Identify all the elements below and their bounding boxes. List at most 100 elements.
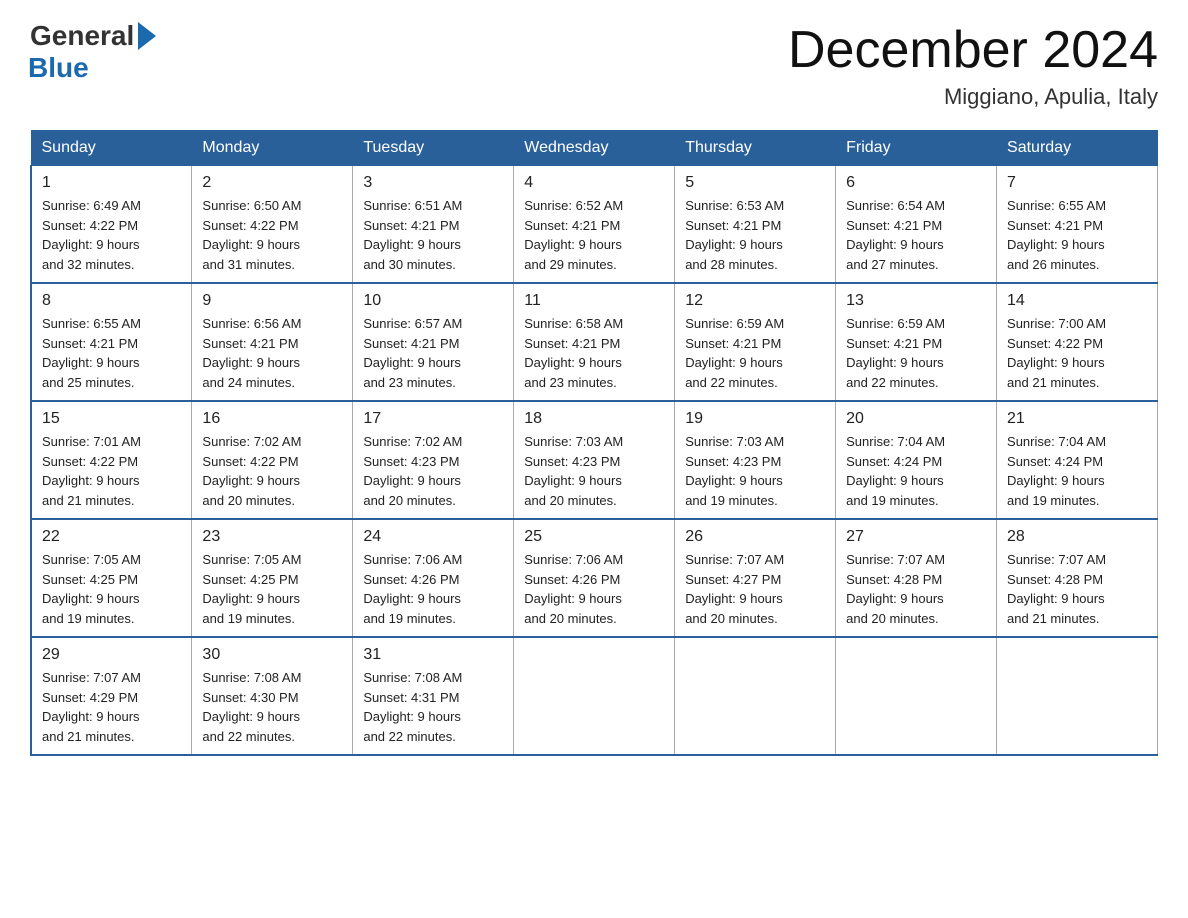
day-number: 12 (685, 292, 825, 310)
calendar-cell: 21Sunrise: 7:04 AMSunset: 4:24 PMDayligh… (997, 401, 1158, 519)
day-number: 10 (363, 292, 503, 310)
day-info: Sunrise: 6:52 AMSunset: 4:21 PMDaylight:… (524, 196, 664, 274)
day-number: 24 (363, 528, 503, 546)
day-number: 8 (42, 292, 181, 310)
calendar-cell: 22 Sunrise: 7:05 AMSunset: 4:25 PMDayligh… (31, 519, 192, 637)
day-number: 19 (685, 410, 825, 428)
day-info: Sunrise: 7:07 AMSunset: 4:27 PMDaylight:… (685, 550, 825, 628)
day-number: 27 (846, 528, 986, 546)
calendar-cell: 27 Sunrise: 7:07 AMSunset: 4:28 PMDayligh… (836, 519, 997, 637)
day-number: 17 (363, 410, 503, 428)
day-number: 9 (202, 292, 342, 310)
header-tuesday: Tuesday (353, 131, 514, 166)
day-info: Sunrise: 7:03 AMSunset: 4:23 PMDaylight:… (685, 432, 825, 510)
calendar-cell: 13 Sunrise: 6:59 AMSunset: 4:21 PMDayligh… (836, 283, 997, 401)
calendar-table: SundayMondayTuesdayWednesdayThursdayFrid… (30, 130, 1158, 756)
calendar-cell (514, 637, 675, 755)
day-info: Sunrise: 7:07 AMSunset: 4:28 PMDaylight:… (846, 550, 986, 628)
day-info: Sunrise: 7:05 AMSunset: 4:25 PMDaylight:… (42, 550, 181, 628)
calendar-cell: 15 Sunrise: 7:01 AMSunset: 4:22 PMDayligh… (31, 401, 192, 519)
day-info: Sunrise: 7:06 AMSunset: 4:26 PMDaylight:… (363, 550, 503, 628)
calendar-week-1: 1Sunrise: 6:49 AMSunset: 4:22 PMDaylight… (31, 166, 1158, 284)
month-title: December 2024 (788, 20, 1158, 80)
header-friday: Friday (836, 131, 997, 166)
calendar-cell: 16 Sunrise: 7:02 AMSunset: 4:22 PMDayligh… (192, 401, 353, 519)
title-section: December 2024 Miggiano, Apulia, Italy (788, 20, 1158, 110)
calendar-cell: 19 Sunrise: 7:03 AMSunset: 4:23 PMDayligh… (675, 401, 836, 519)
day-number: 13 (846, 292, 986, 310)
header-saturday: Saturday (997, 131, 1158, 166)
day-info: Sunrise: 6:53 AMSunset: 4:21 PMDaylight:… (685, 196, 825, 274)
day-info: Sunrise: 7:02 AMSunset: 4:23 PMDaylight:… (363, 432, 503, 510)
logo-blue-text: Blue (28, 52, 89, 84)
header-sunday: Sunday (31, 131, 192, 166)
day-number: 14 (1007, 292, 1147, 310)
day-number: 5 (685, 174, 825, 192)
day-number: 21 (1007, 410, 1147, 428)
calendar-cell: 30 Sunrise: 7:08 AMSunset: 4:30 PMDayligh… (192, 637, 353, 755)
calendar-cell: 1Sunrise: 6:49 AMSunset: 4:22 PMDaylight… (31, 166, 192, 284)
calendar-cell: 26Sunrise: 7:07 AMSunset: 4:27 PMDayligh… (675, 519, 836, 637)
day-info: Sunrise: 6:55 AMSunset: 4:21 PMDaylight:… (42, 314, 181, 392)
calendar-cell: 24 Sunrise: 7:06 AMSunset: 4:26 PMDayligh… (353, 519, 514, 637)
day-info: Sunrise: 7:08 AMSunset: 4:30 PMDaylight:… (202, 668, 342, 746)
calendar-cell: 8 Sunrise: 6:55 AMSunset: 4:21 PMDaylight… (31, 283, 192, 401)
calendar-week-5: 29 Sunrise: 7:07 AMSunset: 4:29 PMDayligh… (31, 637, 1158, 755)
day-number: 20 (846, 410, 986, 428)
calendar-cell: 20 Sunrise: 7:04 AMSunset: 4:24 PMDayligh… (836, 401, 997, 519)
calendar-cell: 5 Sunrise: 6:53 AMSunset: 4:21 PMDaylight… (675, 166, 836, 284)
day-info: Sunrise: 6:59 AMSunset: 4:21 PMDaylight:… (685, 314, 825, 392)
calendar-cell: 14 Sunrise: 7:00 AMSunset: 4:22 PMDayligh… (997, 283, 1158, 401)
day-info: Sunrise: 6:55 AMSunset: 4:21 PMDaylight:… (1007, 196, 1147, 274)
calendar-week-2: 8 Sunrise: 6:55 AMSunset: 4:21 PMDaylight… (31, 283, 1158, 401)
day-info: Sunrise: 6:54 AMSunset: 4:21 PMDaylight:… (846, 196, 986, 274)
calendar-cell: 12 Sunrise: 6:59 AMSunset: 4:21 PMDayligh… (675, 283, 836, 401)
calendar-cell: 18 Sunrise: 7:03 AMSunset: 4:23 PMDayligh… (514, 401, 675, 519)
day-info: Sunrise: 7:04 AMSunset: 4:24 PMDaylight:… (846, 432, 986, 510)
day-number: 2 (202, 174, 342, 192)
day-number: 18 (524, 410, 664, 428)
day-number: 23 (202, 528, 342, 546)
calendar-cell: 3Sunrise: 6:51 AMSunset: 4:21 PMDaylight… (353, 166, 514, 284)
calendar-cell: 17 Sunrise: 7:02 AMSunset: 4:23 PMDayligh… (353, 401, 514, 519)
day-info: Sunrise: 7:07 AMSunset: 4:29 PMDaylight:… (42, 668, 181, 746)
day-info: Sunrise: 7:08 AMSunset: 4:31 PMDaylight:… (363, 668, 503, 746)
day-info: Sunrise: 7:00 AMSunset: 4:22 PMDaylight:… (1007, 314, 1147, 392)
day-number: 31 (363, 646, 503, 664)
day-number: 1 (42, 174, 181, 192)
calendar-cell: 10 Sunrise: 6:57 AMSunset: 4:21 PMDayligh… (353, 283, 514, 401)
day-info: Sunrise: 7:03 AMSunset: 4:23 PMDaylight:… (524, 432, 664, 510)
location: Miggiano, Apulia, Italy (788, 84, 1158, 110)
day-info: Sunrise: 6:57 AMSunset: 4:21 PMDaylight:… (363, 314, 503, 392)
page-header: General Blue December 2024 Miggiano, Apu… (30, 20, 1158, 110)
day-number: 16 (202, 410, 342, 428)
day-number: 22 (42, 528, 181, 546)
calendar-header: SundayMondayTuesdayWednesdayThursdayFrid… (31, 131, 1158, 166)
calendar-cell (836, 637, 997, 755)
day-info: Sunrise: 6:58 AMSunset: 4:21 PMDaylight:… (524, 314, 664, 392)
day-number: 15 (42, 410, 181, 428)
calendar-cell (997, 637, 1158, 755)
calendar-cell: 25Sunrise: 7:06 AMSunset: 4:26 PMDayligh… (514, 519, 675, 637)
calendar-cell: 9Sunrise: 6:56 AMSunset: 4:21 PMDaylight… (192, 283, 353, 401)
calendar-cell (675, 637, 836, 755)
day-number: 4 (524, 174, 664, 192)
day-number: 7 (1007, 174, 1147, 192)
day-info: Sunrise: 7:02 AMSunset: 4:22 PMDaylight:… (202, 432, 342, 510)
day-number: 29 (42, 646, 181, 664)
logo: General Blue (30, 20, 156, 84)
day-info: Sunrise: 6:51 AMSunset: 4:21 PMDaylight:… (363, 196, 503, 274)
calendar-cell: 28Sunrise: 7:07 AMSunset: 4:28 PMDayligh… (997, 519, 1158, 637)
day-info: Sunrise: 7:06 AMSunset: 4:26 PMDaylight:… (524, 550, 664, 628)
calendar-cell: 11 Sunrise: 6:58 AMSunset: 4:21 PMDayligh… (514, 283, 675, 401)
calendar-week-3: 15 Sunrise: 7:01 AMSunset: 4:22 PMDayligh… (31, 401, 1158, 519)
calendar-cell: 23Sunrise: 7:05 AMSunset: 4:25 PMDayligh… (192, 519, 353, 637)
day-number: 11 (524, 292, 664, 310)
day-number: 30 (202, 646, 342, 664)
logo-arrow-icon (138, 22, 156, 50)
calendar-cell: 29 Sunrise: 7:07 AMSunset: 4:29 PMDayligh… (31, 637, 192, 755)
day-info: Sunrise: 6:59 AMSunset: 4:21 PMDaylight:… (846, 314, 986, 392)
day-info: Sunrise: 6:50 AMSunset: 4:22 PMDaylight:… (202, 196, 342, 274)
header-wednesday: Wednesday (514, 131, 675, 166)
day-info: Sunrise: 7:01 AMSunset: 4:22 PMDaylight:… (42, 432, 181, 510)
